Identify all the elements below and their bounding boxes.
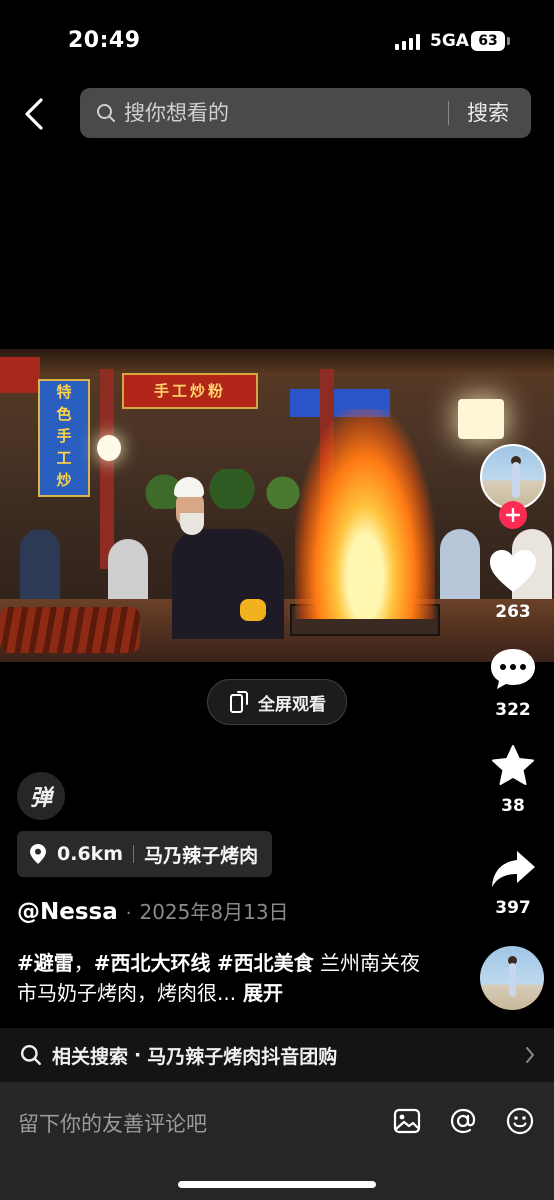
share-button[interactable]: 397	[482, 848, 544, 918]
share-count: 397	[495, 898, 531, 918]
location-chip[interactable]: 0.6km 马乃辣子烤肉	[17, 831, 273, 877]
share-icon	[492, 851, 535, 887]
separator-dot: ·	[125, 903, 132, 924]
related-search-label: 相关搜索	[52, 1045, 129, 1068]
music-avatar[interactable]	[480, 946, 544, 1010]
mention-button[interactable]	[448, 1106, 478, 1136]
star-icon	[492, 745, 534, 785]
comment-count: 322	[495, 700, 531, 720]
home-indicator	[178, 1181, 376, 1188]
comment-input[interactable]	[18, 1104, 348, 1144]
favorite-count: 38	[501, 796, 525, 816]
search-submit-button[interactable]: 搜索	[467, 88, 509, 138]
grill-flames	[295, 409, 435, 619]
fullscreen-icon	[230, 691, 248, 713]
author-name[interactable]: @Nessa	[17, 899, 118, 925]
location-divider	[133, 845, 135, 863]
favorite-button[interactable]: 38	[482, 744, 544, 816]
location-place: 马乃辣子烤肉	[144, 844, 259, 867]
fullscreen-button[interactable]: 全屏观看	[207, 679, 347, 725]
signal-icon	[395, 34, 420, 50]
emoji-icon	[506, 1107, 534, 1135]
hashtag[interactable]: #避雷	[17, 951, 74, 975]
video-player[interactable]: 特 色 手 工 炒 手工炒粉	[0, 349, 554, 662]
status-bar: 20:49 5GA 63	[0, 0, 554, 80]
back-button[interactable]	[14, 92, 54, 136]
follow-button[interactable]	[499, 501, 527, 529]
status-time: 20:49	[68, 28, 141, 53]
related-search-bar[interactable]: 相关搜索 · 马乃辣子烤肉抖音团购	[0, 1028, 554, 1082]
hashtag[interactable]: #西北美食	[217, 951, 314, 975]
location-pin-icon	[30, 844, 46, 864]
battery-icon	[507, 37, 510, 45]
separator-dot: ·	[134, 1044, 142, 1066]
comment-icon	[491, 649, 535, 689]
hashtag[interactable]: #西北大环线	[94, 951, 211, 975]
emoji-button[interactable]	[505, 1106, 535, 1136]
location-distance: 0.6km	[57, 843, 124, 865]
network-type: 5GA	[430, 31, 469, 51]
shop-sign-vertical: 特 色 手 工 炒	[38, 379, 90, 497]
post-caption: #避雷，#西北大环线 #西北美食 兰州南关夜市马奶子烤肉，烤肉很... 展开	[17, 951, 421, 1005]
fullscreen-label: 全屏观看	[258, 694, 326, 715]
image-button[interactable]	[392, 1106, 422, 1136]
comment-button[interactable]: 322	[482, 646, 544, 720]
expand-button[interactable]: 展开	[236, 981, 283, 1005]
search-bar[interactable]: 搜索	[80, 88, 531, 138]
post-date: 2025年8月13日	[139, 900, 289, 924]
heart-icon	[490, 550, 536, 592]
comment-bar	[0, 1082, 554, 1200]
back-icon	[25, 98, 43, 130]
shop-sign: 手工炒粉	[122, 373, 258, 409]
search-input[interactable]	[124, 88, 424, 138]
search-icon	[97, 104, 115, 122]
at-icon	[450, 1108, 476, 1134]
author-line: @Nessa · 2025年8月13日	[17, 896, 289, 925]
plus-icon	[506, 508, 520, 522]
chef-figure	[172, 477, 292, 639]
search-divider	[448, 101, 449, 125]
image-icon	[393, 1108, 421, 1134]
related-search-query: 马乃辣子烤肉抖音团购	[147, 1045, 338, 1068]
danmaku-toggle[interactable]: 弹	[17, 772, 65, 820]
search-icon	[20, 1044, 42, 1066]
like-button[interactable]: 263	[482, 548, 544, 622]
like-count: 263	[495, 602, 531, 622]
chevron-right-icon	[526, 1047, 534, 1063]
battery-level: 63	[471, 31, 505, 51]
